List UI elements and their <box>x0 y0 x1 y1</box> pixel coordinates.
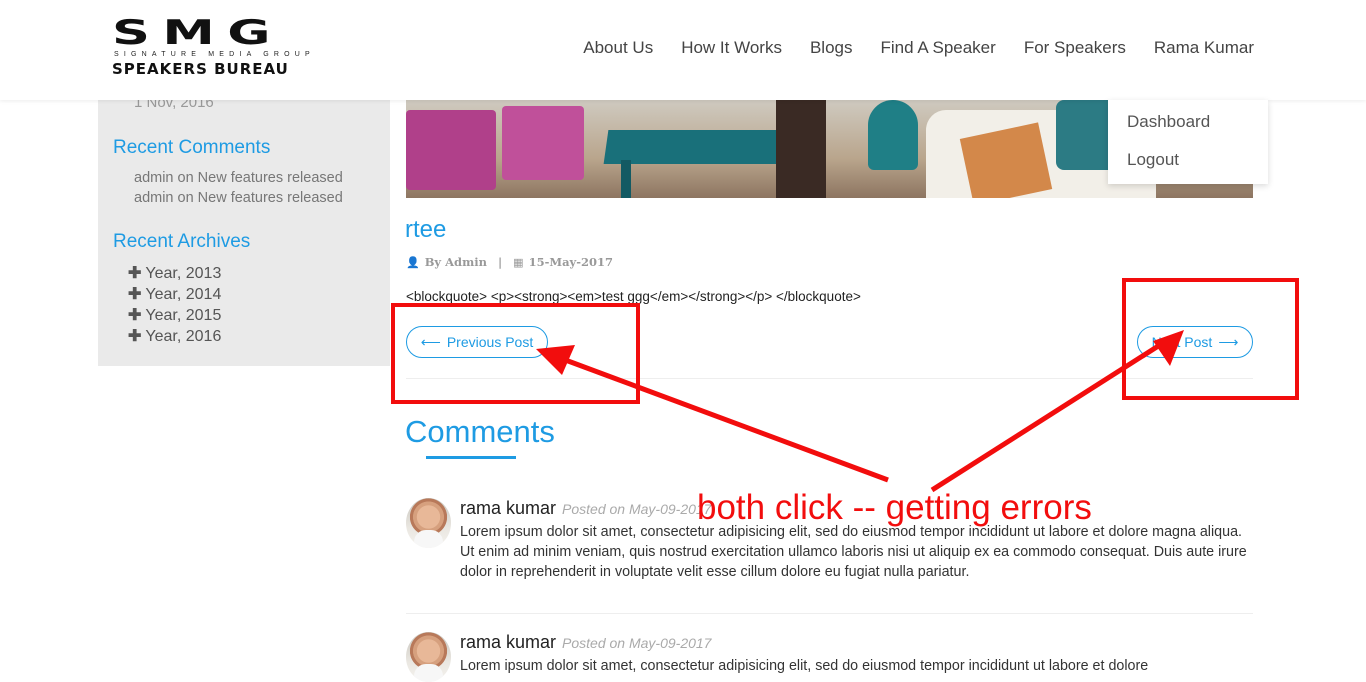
arrow-left-icon: ⟵ <box>420 333 441 350</box>
archive-item-2014[interactable]: ✚ Year, 2014 <box>128 284 221 304</box>
comment-author: rama kumar Posted on May-09-2017 <box>460 498 712 518</box>
plus-icon: ✚ <box>128 328 142 345</box>
nav-about-us[interactable]: About Us <box>583 38 653 58</box>
nav-for-speakers[interactable]: For Speakers <box>1024 38 1126 58</box>
archive-item-2013[interactable]: ✚ Year, 2013 <box>128 263 221 283</box>
nav-find-a-speaker[interactable]: Find A Speaker <box>881 38 996 58</box>
arrow-line-next <box>930 340 1165 493</box>
recent-comment-item[interactable]: admin on New features released <box>134 190 343 206</box>
comment-date: Posted on May-09-2017 <box>562 635 712 651</box>
previous-post-button[interactable]: ⟵ Previous Post <box>406 326 548 358</box>
calendar-icon: ▦ <box>513 255 524 269</box>
post-title[interactable]: rtee <box>405 216 446 244</box>
logo-subtitle: SPEAKERS BUREAU <box>112 60 289 78</box>
annotation-text: both click -- getting errors <box>697 488 1092 527</box>
divider <box>406 613 1253 614</box>
post-meta: 👤 By Admin | ▦ 15-May-2017 <box>406 255 613 269</box>
archive-item-2016[interactable]: ✚ Year, 2016 <box>128 326 221 346</box>
menu-item-dashboard[interactable]: Dashboard <box>1127 112 1210 132</box>
avatar <box>406 498 451 548</box>
logo-big-text: SMG <box>112 13 283 53</box>
post-author: By Admin <box>424 255 487 269</box>
avatar <box>406 632 451 682</box>
comment-date: Posted on May-09-2017 <box>562 501 712 517</box>
nav-user-menu[interactable]: Rama Kumar <box>1154 38 1254 58</box>
comments-heading: Comments <box>405 414 555 449</box>
nav-blogs[interactable]: Blogs <box>810 38 853 58</box>
site-header: SMG SIGNATURE MEDIA GROUP SPEAKERS BUREA… <box>0 0 1366 100</box>
recent-comments-heading: Recent Comments <box>113 137 271 158</box>
plus-icon: ✚ <box>128 265 142 282</box>
menu-item-logout[interactable]: Logout <box>1127 150 1179 170</box>
plus-icon: ✚ <box>128 286 142 303</box>
main-nav: About Us How It Works Blogs Find A Speak… <box>583 38 1254 58</box>
comment-author: rama kumar Posted on May-09-2017 <box>460 632 712 652</box>
plus-icon: ✚ <box>128 307 142 324</box>
logo-tagline: SIGNATURE MEDIA GROUP <box>114 51 315 58</box>
recent-archives-heading: Recent Archives <box>113 231 251 252</box>
user-dropdown: Dashboard Logout <box>1108 100 1268 184</box>
divider <box>406 378 1253 379</box>
recent-comment-item[interactable]: admin on New features released <box>134 170 343 186</box>
archive-item-2015[interactable]: ✚ Year, 2015 <box>128 305 221 325</box>
sidebar: 1 Nov, 2016 Recent Comments admin on New… <box>98 90 390 366</box>
heading-underline <box>426 456 516 459</box>
nav-how-it-works[interactable]: How It Works <box>681 38 782 58</box>
arrow-right-icon: ⟶ <box>1218 333 1239 350</box>
next-post-button[interactable]: Next Post ⟶ <box>1137 326 1253 358</box>
post-body: <blockquote> <p><strong><em>test ggg</em… <box>406 289 861 304</box>
comment-text: Lorem ipsum dolor sit amet, consectetur … <box>460 524 1247 580</box>
arrow-line-previous <box>559 355 889 483</box>
comment-text: Lorem ipsum dolor sit amet, consectetur … <box>460 658 1149 674</box>
post-date: 15-May-2017 <box>528 255 613 269</box>
user-icon: 👤 <box>406 255 420 269</box>
smg-logo[interactable]: SMG SIGNATURE MEDIA GROUP SPEAKERS BUREA… <box>112 16 362 78</box>
